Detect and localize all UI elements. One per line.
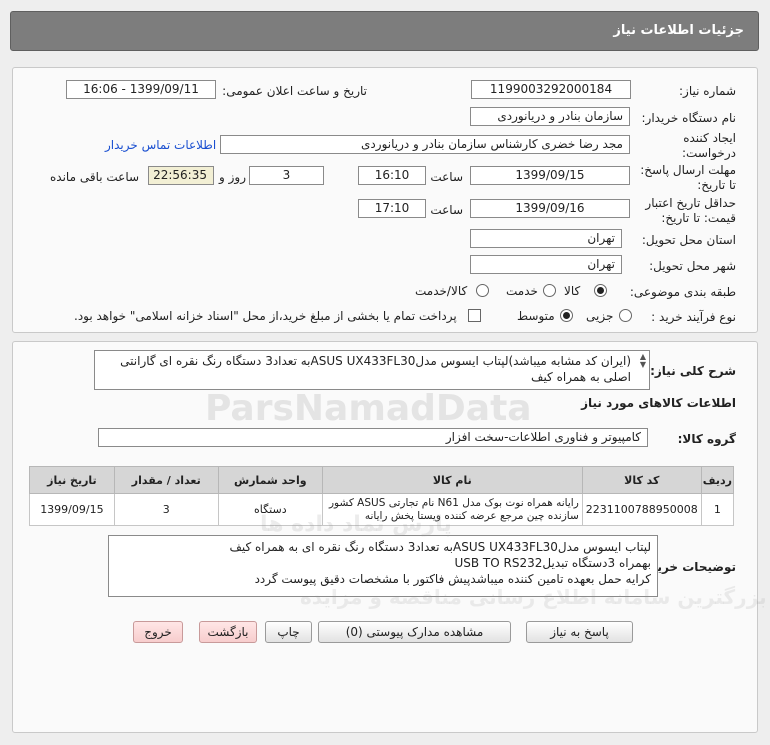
scroll-arrows-icon[interactable]: ▲ ▼	[640, 353, 646, 369]
city-label: شهر محل تحویل:	[649, 259, 736, 273]
category-option-service: خدمت	[506, 284, 538, 298]
col-code: کد کالا	[581, 466, 702, 494]
announce-label: تاریخ و ساعت اعلان عمومی:	[222, 84, 367, 98]
goods-group-label: گروه کالا:	[677, 432, 736, 446]
col-unit: واحد شمارش	[217, 466, 323, 494]
page-title-bar: جزئیات اطلاعات نیاز	[10, 11, 759, 51]
exit-button[interactable]: خروج	[133, 621, 183, 643]
announce-datetime-field[interactable]: 1399/09/11 - 16:06	[66, 80, 216, 99]
print-button[interactable]: چاپ	[265, 621, 312, 643]
category-radio-goods[interactable]	[594, 284, 607, 297]
creator-label-2: درخواست:	[682, 146, 736, 160]
creator-field[interactable]: مجد رضا خضری کارشناس سازمان بنادر و دریا…	[220, 135, 630, 154]
buyer-contact-link[interactable]: اطلاعات تماس خریدار	[105, 138, 216, 152]
deadline-label-2: تا تاریخ:	[697, 178, 736, 192]
treasury-payment-note: پرداخت تمام یا بخشی از مبلغ خرید،از محل …	[74, 309, 457, 323]
validity-label-1: حداقل تاریخ اعتبار	[645, 196, 736, 210]
table-row[interactable]: 1 2231100788950008 رایانه همراه نوت بوک …	[29, 493, 735, 526]
reply-button[interactable]: پاسخ به نیاز	[526, 621, 633, 643]
validity-time-label: ساعت	[430, 203, 463, 217]
validity-time-field[interactable]: 17:10	[358, 199, 426, 218]
cell-qty: 3	[113, 493, 219, 526]
description-label: شرح کلی نیاز:	[650, 364, 736, 378]
process-option-medium: متوسط	[517, 309, 555, 323]
category-option-goods-service: کالا/خدمت	[415, 284, 468, 298]
goods-group-field[interactable]: کامپیوتر و فناوری اطلاعات-سخت افزار	[98, 428, 648, 447]
validity-date-field[interactable]: 1399/09/16	[470, 199, 630, 218]
cell-date: 1399/09/15	[29, 493, 115, 526]
cell-code: 2231100788950008	[581, 493, 702, 526]
category-label: طبقه بندی موضوعی:	[629, 285, 736, 299]
goods-table: ردیف کد کالا نام کالا واحد شمارش تعداد /…	[29, 466, 735, 526]
description-text: (ایران کد مشابه میباشد)لپتاب ایسوس مدلAS…	[120, 354, 631, 384]
category-option-goods: کالا	[564, 284, 581, 298]
remaining-time-label: ساعت باقی مانده	[50, 170, 140, 184]
cell-row: 1	[700, 493, 735, 526]
description-textarea[interactable]: (ایران کد مشابه میباشد)لپتاب ایسوس مدلAS…	[94, 350, 650, 390]
category-radio-goods-service[interactable]	[476, 284, 489, 297]
buyer-notes-line-3: کرایه حمل بعهده تامین کننده میباشدپیش فا…	[254, 572, 651, 586]
cell-unit: دستگاه	[217, 493, 323, 526]
process-radio-minor[interactable]	[619, 309, 632, 322]
buyer-notes-line-1: لپتاب ایسوس مدلASUS UX433FL30به تعداد3 د…	[229, 540, 651, 554]
col-name: نام کالا	[321, 466, 583, 494]
need-number-label: شماره نیاز:	[679, 84, 736, 98]
creator-label-1: ایجاد کننده	[683, 131, 736, 145]
deadline-date-field[interactable]: 1399/09/15	[470, 166, 630, 185]
buyer-notes-line-2: بهمراه 3دستگاه تبدیلUSB TO RS232	[454, 556, 651, 570]
col-qty: تعداد / مقدار	[113, 466, 219, 494]
goods-table-wrap: ردیف کد کالا نام کالا واحد شمارش تعداد /…	[29, 466, 735, 526]
days-label: روز و	[219, 170, 246, 184]
back-button[interactable]: بازگشت	[199, 621, 257, 643]
process-radio-medium[interactable]	[560, 309, 573, 322]
province-field[interactable]: تهران	[470, 229, 622, 248]
buyer-org-label: نام دستگاه خریدار:	[641, 111, 737, 125]
days-remaining-field[interactable]: 3	[249, 166, 324, 185]
buyer-notes-box: لپتاب ایسوس مدلASUS UX433FL30به تعداد3 د…	[108, 535, 658, 597]
cell-name: رایانه همراه نوت بوک مدل N61 نام تجارتی …	[321, 493, 583, 526]
need-number-field[interactable]: 1199003292000184	[471, 80, 631, 99]
treasury-payment-checkbox[interactable]	[468, 309, 481, 322]
view-attachments-button[interactable]: مشاهده مدارک پیوستی (0)	[318, 621, 511, 643]
goods-section-title: اطلاعات کالاهای مورد نیاز	[581, 396, 736, 410]
category-radio-service[interactable]	[543, 284, 556, 297]
deadline-label-1: مهلت ارسال پاسخ:	[640, 163, 736, 177]
buyer-org-field[interactable]: سازمان بنادر و دریانوردی	[470, 107, 630, 126]
deadline-time-label: ساعت	[430, 170, 463, 184]
validity-label-2: قیمت: تا تاریخ:	[661, 211, 736, 225]
page-title: جزئیات اطلاعات نیاز	[613, 23, 744, 38]
remaining-time-field: 22:56:35	[148, 166, 214, 185]
deadline-time-field[interactable]: 16:10	[358, 166, 426, 185]
col-row: ردیف	[700, 466, 735, 494]
city-field[interactable]: تهران	[470, 255, 622, 274]
province-label: استان محل تحویل:	[641, 233, 736, 247]
col-date: تاریخ نیاز	[29, 466, 115, 494]
process-label: نوع فرآیند خرید :	[651, 310, 736, 324]
goods-table-header: ردیف کد کالا نام کالا واحد شمارش تعداد /…	[29, 466, 735, 494]
process-option-minor: جزیی	[586, 309, 614, 323]
